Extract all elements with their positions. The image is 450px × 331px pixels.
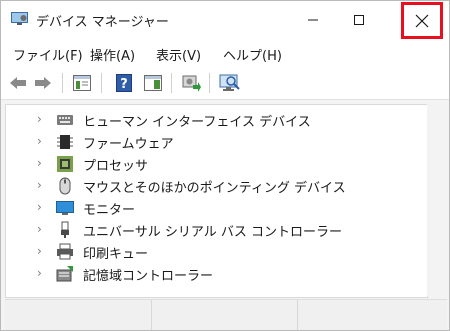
- tree-item-label: 記憶域コントローラー: [83, 269, 214, 284]
- toolbar-separator: [171, 73, 172, 93]
- printer-icon: [57, 243, 73, 260]
- menu-bar: ファイル(F) 操作(A) 表示(V) ヘルプ(H): [1, 39, 449, 67]
- tree-item-monitor[interactable]: › モニター: [6, 197, 427, 219]
- forward-arrow-icon: [35, 77, 51, 89]
- tree-item-label: ユニバーサル シリアル バス コントローラー: [83, 225, 343, 240]
- hid-keyboard-icon: [57, 115, 73, 125]
- back-arrow-icon: [10, 77, 26, 89]
- window-title: デバイス マネージャー: [36, 15, 169, 30]
- tree-item-label: ヒューマン インターフェイス デバイス: [83, 115, 311, 130]
- toolbar-separator: [209, 73, 210, 93]
- maximize-button[interactable]: [337, 1, 381, 39]
- status-segment: [151, 300, 298, 330]
- scan-hardware-icon: [219, 74, 240, 91]
- scan-hardware-button[interactable]: [219, 73, 241, 93]
- help-button[interactable]: ?: [113, 73, 135, 93]
- update-driver-icon: [182, 75, 201, 92]
- device-tree: › ヒューマン インターフェイス デバイス › ファームウェア › プロセッサ …: [5, 104, 428, 298]
- properties-button[interactable]: [71, 73, 93, 93]
- maximize-icon: [354, 15, 364, 25]
- tree-item-label: モニター: [83, 203, 136, 218]
- properties-icon: [73, 75, 91, 91]
- tree-item-label: プロセッサ: [83, 159, 149, 174]
- back-button[interactable]: [7, 73, 29, 93]
- action-pane-icon: [144, 75, 162, 91]
- menu-file[interactable]: ファイル(F): [13, 45, 83, 64]
- mouse-icon: [59, 177, 71, 195]
- tree-item-label: マウスとそのほかのポインティング デバイス: [83, 181, 346, 196]
- tree-item-hid[interactable]: › ヒューマン インターフェイス デバイス: [6, 109, 427, 131]
- forward-button[interactable]: [32, 73, 54, 93]
- tree-item-label: 印刷キュー: [83, 247, 149, 262]
- expand-chevron-icon[interactable]: ›: [37, 266, 42, 280]
- status-bar: [5, 299, 447, 330]
- storage-controller-icon: [56, 266, 73, 282]
- usb-icon: [61, 221, 69, 238]
- device-manager-window: デバイス マネージャー ファイル(F) 操作(A) 表示(V) ヘルプ(H) ?…: [0, 0, 450, 331]
- menu-action[interactable]: 操作(A): [90, 45, 135, 64]
- tree-item-usb[interactable]: › ユニバーサル シリアル バス コントローラー: [6, 219, 427, 241]
- monitor-icon: [56, 201, 74, 215]
- tree-item-print-queue[interactable]: › 印刷キュー: [6, 241, 427, 263]
- update-driver-button[interactable]: [180, 73, 202, 93]
- expand-chevron-icon[interactable]: ›: [37, 244, 42, 258]
- tree-item-processor[interactable]: › プロセッサ: [6, 153, 427, 175]
- toolbar-separator: [101, 73, 102, 93]
- close-icon: [415, 14, 429, 27]
- expand-chevron-icon[interactable]: ›: [37, 222, 42, 236]
- svg-text:?: ?: [120, 77, 128, 92]
- tree-item-label: ファームウェア: [83, 137, 174, 152]
- expand-chevron-icon[interactable]: ›: [37, 134, 42, 148]
- title-bar: デバイス マネージャー: [1, 1, 449, 39]
- action-pane-button[interactable]: [142, 73, 164, 93]
- minimize-icon: [308, 19, 318, 21]
- expand-chevron-icon[interactable]: ›: [37, 156, 42, 170]
- expand-chevron-icon[interactable]: ›: [37, 200, 42, 214]
- close-button[interactable]: [401, 2, 443, 39]
- tree-item-mouse[interactable]: › マウスとそのほかのポインティング デバイス: [6, 175, 427, 197]
- toolbar: ?: [1, 67, 449, 100]
- vertical-scrollbar[interactable]: [427, 104, 448, 296]
- processor-icon: [57, 156, 73, 172]
- help-icon: ?: [116, 74, 132, 92]
- firmware-chip-icon: [57, 135, 73, 149]
- menu-view[interactable]: 表示(V): [156, 45, 201, 64]
- expand-chevron-icon[interactable]: ›: [37, 112, 42, 126]
- tree-item-firmware[interactable]: › ファームウェア: [6, 131, 427, 153]
- device-manager-app-icon: [11, 12, 28, 25]
- minimize-button[interactable]: [291, 1, 335, 39]
- status-segment: [5, 300, 152, 330]
- toolbar-separator: [62, 73, 63, 93]
- expand-chevron-icon[interactable]: ›: [37, 178, 42, 192]
- menu-help[interactable]: ヘルプ(H): [223, 45, 282, 64]
- tree-item-storage-controller[interactable]: › 記憶域コントローラー: [6, 263, 427, 285]
